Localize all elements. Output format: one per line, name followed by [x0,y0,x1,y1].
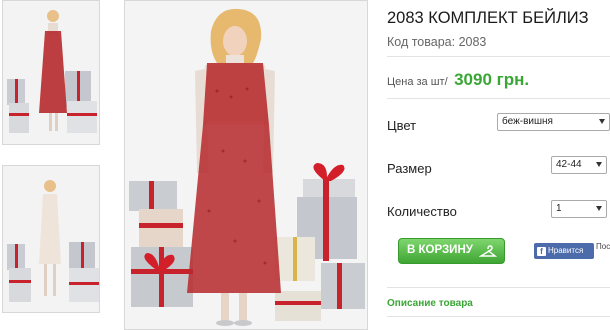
divider [387,56,610,57]
thumbnail-photo-2 [3,166,99,312]
price-row: Цена за шт/ 3090 грн. [387,70,529,90]
divider [387,316,610,317]
thumbnail-photo-1 [3,1,99,144]
quantity-select-value: 1 [556,203,562,214]
like-side-text: Пост свою [596,242,610,251]
chevron-down-icon [596,206,602,211]
quantity-select[interactable]: 1 [551,200,607,218]
product-code-value: 2083 [458,35,487,49]
color-select-value: беж-вишня [502,116,553,127]
product-info-panel: 2083 КОМПЛЕКТ БЕЙЛИЗ Код товара: 2083 Це… [387,0,610,330]
size-select[interactable]: 42-44 [551,156,607,174]
main-product-photo [125,1,367,329]
divider [387,287,610,288]
add-to-cart-label: В КОРЗИНУ [407,244,473,256]
add-to-cart-button[interactable]: В КОРЗИНУ [398,238,505,264]
product-code-label: Код товара: [387,35,456,49]
description-title[interactable]: Описание товара [387,298,473,309]
facebook-like-button[interactable]: f Нравится [534,243,594,259]
thumbnail-image-2[interactable] [2,165,100,313]
quantity-label: Количество [387,204,457,219]
color-label: Цвет [387,118,417,133]
thumbnail-gallery [0,0,104,330]
hanger-icon [479,245,497,257]
chevron-down-icon [599,119,605,124]
main-product-image[interactable] [124,0,368,330]
chevron-down-icon [596,162,602,167]
size-select-value: 42-44 [556,159,582,170]
size-label: Размер [387,161,432,176]
like-label: Нравится [548,246,584,255]
color-select[interactable]: беж-вишня [497,113,610,131]
price-label: Цена за шт/ [387,76,448,88]
price-value: 3090 грн. [454,70,530,89]
product-title: 2083 КОМПЛЕКТ БЕЙЛИЗ [387,9,589,27]
facebook-icon: f [537,247,546,256]
product-code: Код товара: 2083 [387,35,486,49]
thumbnail-image-1[interactable] [2,0,100,145]
divider [387,98,610,99]
